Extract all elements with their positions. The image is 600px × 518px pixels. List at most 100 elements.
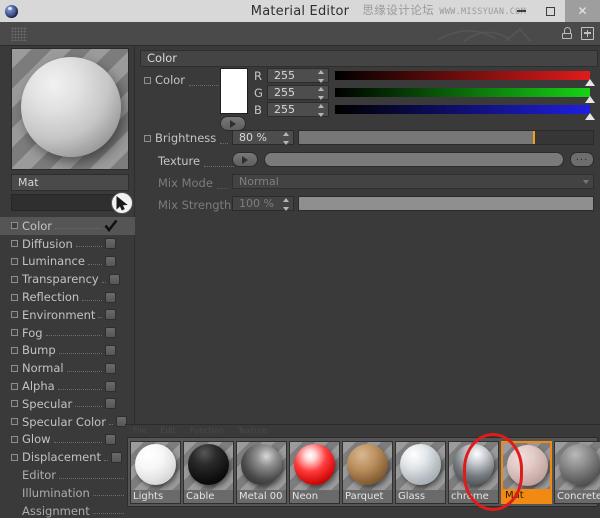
channel-item-illumination[interactable]: Illumination bbox=[0, 484, 135, 502]
texture-path-field[interactable] bbox=[264, 152, 564, 167]
channel-item-glow[interactable]: Glow bbox=[0, 431, 135, 449]
material-thumbnail[interactable]: Glass bbox=[395, 441, 446, 504]
channel-enable-checkbox[interactable] bbox=[11, 400, 18, 407]
slider-handle[interactable] bbox=[585, 79, 595, 86]
channel-item-specular[interactable]: Specular bbox=[0, 395, 135, 413]
channel-enable-checkbox[interactable] bbox=[11, 294, 18, 301]
rgb-b-stepper[interactable] bbox=[317, 104, 324, 117]
material-sphere-preview bbox=[294, 444, 335, 485]
material-thumbnail[interactable]: chrome bbox=[448, 441, 499, 504]
material-menu-file[interactable]: File bbox=[133, 426, 146, 435]
channel-enable-checkbox[interactable] bbox=[11, 454, 18, 461]
texture-browse-button[interactable]: ... bbox=[570, 152, 594, 167]
material-name-field[interactable]: Mat bbox=[11, 174, 129, 191]
channel-preview-box[interactable] bbox=[105, 434, 116, 445]
material-thumbnail[interactable]: Cable bbox=[183, 441, 234, 504]
material-menu-function[interactable]: Function bbox=[190, 426, 224, 435]
check-icon[interactable] bbox=[104, 219, 118, 233]
channel-preview-box[interactable] bbox=[105, 327, 116, 338]
channel-preview-box[interactable] bbox=[105, 398, 116, 409]
channel-item-assignment[interactable]: Assignment bbox=[0, 502, 135, 518]
channel-preview-box[interactable] bbox=[105, 381, 116, 392]
minimize-button[interactable] bbox=[507, 0, 536, 22]
color-expand-button[interactable] bbox=[220, 116, 246, 131]
channel-item-normal[interactable]: Normal bbox=[0, 359, 135, 377]
leader-dots bbox=[75, 406, 102, 407]
channel-preview-box[interactable] bbox=[105, 309, 116, 320]
channel-enable-checkbox[interactable] bbox=[11, 240, 18, 247]
mix-strength-field[interactable]: 100 % bbox=[232, 196, 294, 211]
channel-preview-box[interactable] bbox=[105, 363, 116, 374]
channel-label: Specular Color bbox=[22, 415, 106, 429]
channel-enable-checkbox[interactable] bbox=[11, 311, 18, 318]
channel-preview-box[interactable] bbox=[105, 292, 116, 303]
channel-enable-checkbox[interactable] bbox=[11, 329, 18, 336]
color-swatch[interactable] bbox=[220, 68, 248, 114]
expand-plus-icon[interactable] bbox=[579, 24, 596, 42]
rgb-g-stepper[interactable] bbox=[317, 87, 324, 100]
channel-item-environment[interactable]: Environment bbox=[0, 306, 135, 324]
channel-item-fog[interactable]: Fog bbox=[0, 324, 135, 342]
channel-enable-checkbox[interactable] bbox=[11, 258, 18, 265]
material-thumbnail[interactable]: Neon bbox=[289, 441, 340, 504]
rgb-r-stepper[interactable] bbox=[317, 70, 324, 83]
drag-grip-icon[interactable] bbox=[11, 27, 27, 41]
mix-mode-dropdown[interactable]: Normal bbox=[232, 174, 594, 189]
channel-enable-checkbox[interactable] bbox=[11, 436, 18, 443]
material-thumbnail[interactable]: Metal 00 bbox=[236, 441, 287, 504]
texture-menu-button[interactable] bbox=[232, 152, 258, 167]
channel-item-alpha[interactable]: Alpha bbox=[0, 377, 135, 395]
channel-item-luminance[interactable]: Luminance bbox=[0, 253, 135, 271]
channel-item-bump[interactable]: Bump bbox=[0, 342, 135, 360]
channel-enable-checkbox[interactable] bbox=[11, 365, 18, 372]
channel-item-diffusion[interactable]: Diffusion bbox=[0, 235, 135, 253]
material-preview[interactable] bbox=[11, 48, 129, 170]
lock-icon[interactable] bbox=[558, 24, 575, 42]
maximize-icon bbox=[546, 7, 555, 16]
material-menu-edit[interactable]: Edit bbox=[160, 426, 176, 435]
color-enable-checkbox[interactable] bbox=[144, 77, 151, 84]
close-button[interactable]: ✕ bbox=[565, 0, 600, 22]
channel-enable-checkbox[interactable] bbox=[11, 276, 18, 283]
channel-enable-checkbox[interactable] bbox=[11, 418, 18, 425]
channel-item-color[interactable]: Color bbox=[0, 217, 135, 235]
channel-enable-checkbox[interactable] bbox=[11, 383, 18, 390]
rgb-b-field[interactable]: 255 bbox=[267, 102, 329, 117]
channel-item-displacement[interactable]: Displacement bbox=[0, 448, 135, 466]
brightness-slider[interactable] bbox=[298, 130, 594, 145]
mix-strength-slider[interactable] bbox=[298, 196, 594, 211]
rgb-r-field[interactable]: 255 bbox=[267, 68, 329, 83]
leader-dots bbox=[98, 317, 102, 318]
channel-item-specular-color[interactable]: Specular Color bbox=[0, 413, 135, 431]
mix-strength-stepper[interactable] bbox=[282, 198, 289, 211]
channel-enable-checkbox[interactable] bbox=[11, 347, 18, 354]
material-thumbnail[interactable]: Parquet bbox=[342, 441, 393, 504]
channel-preview-box[interactable] bbox=[111, 452, 122, 463]
rgb-g-slider[interactable] bbox=[335, 88, 590, 97]
brightness-value-field[interactable]: 80 % bbox=[232, 130, 294, 145]
material-menu-texture[interactable]: Texture bbox=[238, 426, 267, 435]
maximize-button[interactable] bbox=[536, 0, 565, 22]
material-thumbnail[interactable]: Concrete bbox=[554, 441, 600, 504]
channel-item-reflection[interactable]: Reflection bbox=[0, 288, 135, 306]
slider-handle[interactable] bbox=[585, 96, 595, 103]
channel-preview-box[interactable] bbox=[109, 274, 120, 285]
rgb-g-field[interactable]: 255 bbox=[267, 85, 329, 100]
material-sphere-preview bbox=[241, 444, 282, 485]
slider-handle[interactable] bbox=[585, 113, 595, 120]
material-sphere-preview bbox=[559, 444, 600, 485]
brightness-stepper[interactable] bbox=[282, 132, 289, 145]
material-thumbnail[interactable]: Mat bbox=[501, 441, 552, 504]
channel-preview-box[interactable] bbox=[105, 238, 116, 249]
channel-preview-box[interactable] bbox=[105, 345, 116, 356]
channel-search-input[interactable] bbox=[11, 194, 114, 211]
channel-preview-box[interactable] bbox=[105, 256, 116, 267]
rgb-r-slider[interactable] bbox=[335, 71, 590, 80]
color-label: Color bbox=[155, 73, 185, 87]
channel-item-transparency[interactable]: Transparency bbox=[0, 270, 135, 288]
channel-item-editor[interactable]: Editor bbox=[0, 466, 135, 484]
material-thumbnail[interactable]: Lights bbox=[130, 441, 181, 504]
channel-enable-checkbox[interactable] bbox=[11, 222, 18, 229]
rgb-b-slider[interactable] bbox=[335, 105, 590, 114]
brightness-enable-checkbox[interactable] bbox=[144, 135, 151, 142]
